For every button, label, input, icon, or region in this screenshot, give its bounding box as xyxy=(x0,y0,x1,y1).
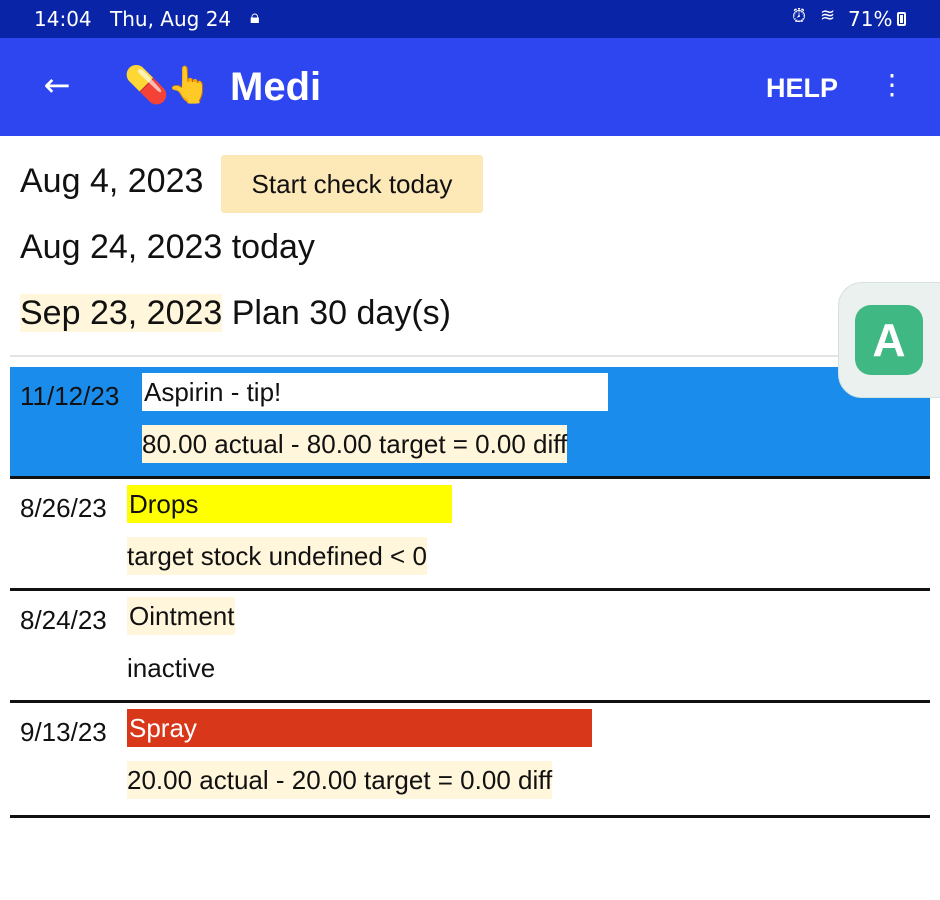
medication-detail: target stock undefined < 0 xyxy=(127,537,427,575)
app-bar: ← 💊👆 Medi HELP ⋮ xyxy=(0,38,940,136)
more-options-icon[interactable]: ⋮ xyxy=(878,68,906,101)
medication-row-spray[interactable]: 9/13/23 Spray 20.00 actual - 20.00 targe… xyxy=(10,703,930,818)
lock-icon: 🔒︎ xyxy=(250,7,260,28)
row-divider xyxy=(10,815,930,818)
medication-date: 8/24/23 xyxy=(20,605,107,635)
medication-row-aspirin[interactable]: 11/12/23 Aspirin - tip! 80.00 actual - 8… xyxy=(10,367,930,479)
app-title: Medi xyxy=(230,65,322,109)
plan-date[interactable]: Sep 23, 2023 xyxy=(20,294,223,332)
help-button[interactable]: HELP xyxy=(766,73,838,104)
medication-date: 8/26/23 xyxy=(20,493,107,523)
alarm-icon: ⏰︎ xyxy=(792,6,807,27)
translate-app-icon[interactable]: A xyxy=(855,305,923,375)
medication-row-drops[interactable]: 8/26/23 Drops target stock undefined < 0 xyxy=(10,479,930,591)
status-time: 14:04 xyxy=(34,7,92,31)
medication-date: 9/13/23 xyxy=(20,717,107,747)
plan-days: Plan 30 day(s) xyxy=(222,294,451,332)
status-bar: 14:04 Thu, Aug 24 🔒︎ ⏰︎ ≋ 71% xyxy=(0,0,940,38)
back-arrow-icon[interactable]: ← xyxy=(40,68,74,102)
app-logo-icon: 💊👆 xyxy=(124,65,212,106)
divider xyxy=(10,355,930,357)
wifi-icon: ≋ xyxy=(820,5,836,26)
start-check-today-button[interactable]: Start check today xyxy=(221,155,483,213)
status-date: Thu, Aug 24 xyxy=(110,7,232,31)
medication-name: Ointment xyxy=(127,597,235,635)
medication-name: Drops xyxy=(127,485,452,523)
medication-name: Spray xyxy=(127,709,592,747)
battery-level: 71% xyxy=(848,7,893,31)
start-date: Aug 4, 2023 xyxy=(20,162,204,200)
medication-name: Aspirin - tip! xyxy=(142,373,608,411)
today-date: Aug 24, 2023 today xyxy=(20,228,315,266)
floating-overlay-button[interactable]: A xyxy=(838,282,940,398)
medication-row-ointment[interactable]: 8/24/23 Ointment inactive xyxy=(10,591,930,703)
battery-icon xyxy=(897,12,906,26)
medication-detail: inactive xyxy=(127,653,216,683)
plan-row: Sep 23, 2023 Plan 30 day(s) xyxy=(20,294,451,333)
medication-detail: 20.00 actual - 20.00 target = 0.00 diff xyxy=(127,761,553,799)
medication-date: 11/12/23 xyxy=(20,381,120,411)
medication-detail: 80.00 actual - 80.00 target = 0.00 diff xyxy=(142,425,568,463)
